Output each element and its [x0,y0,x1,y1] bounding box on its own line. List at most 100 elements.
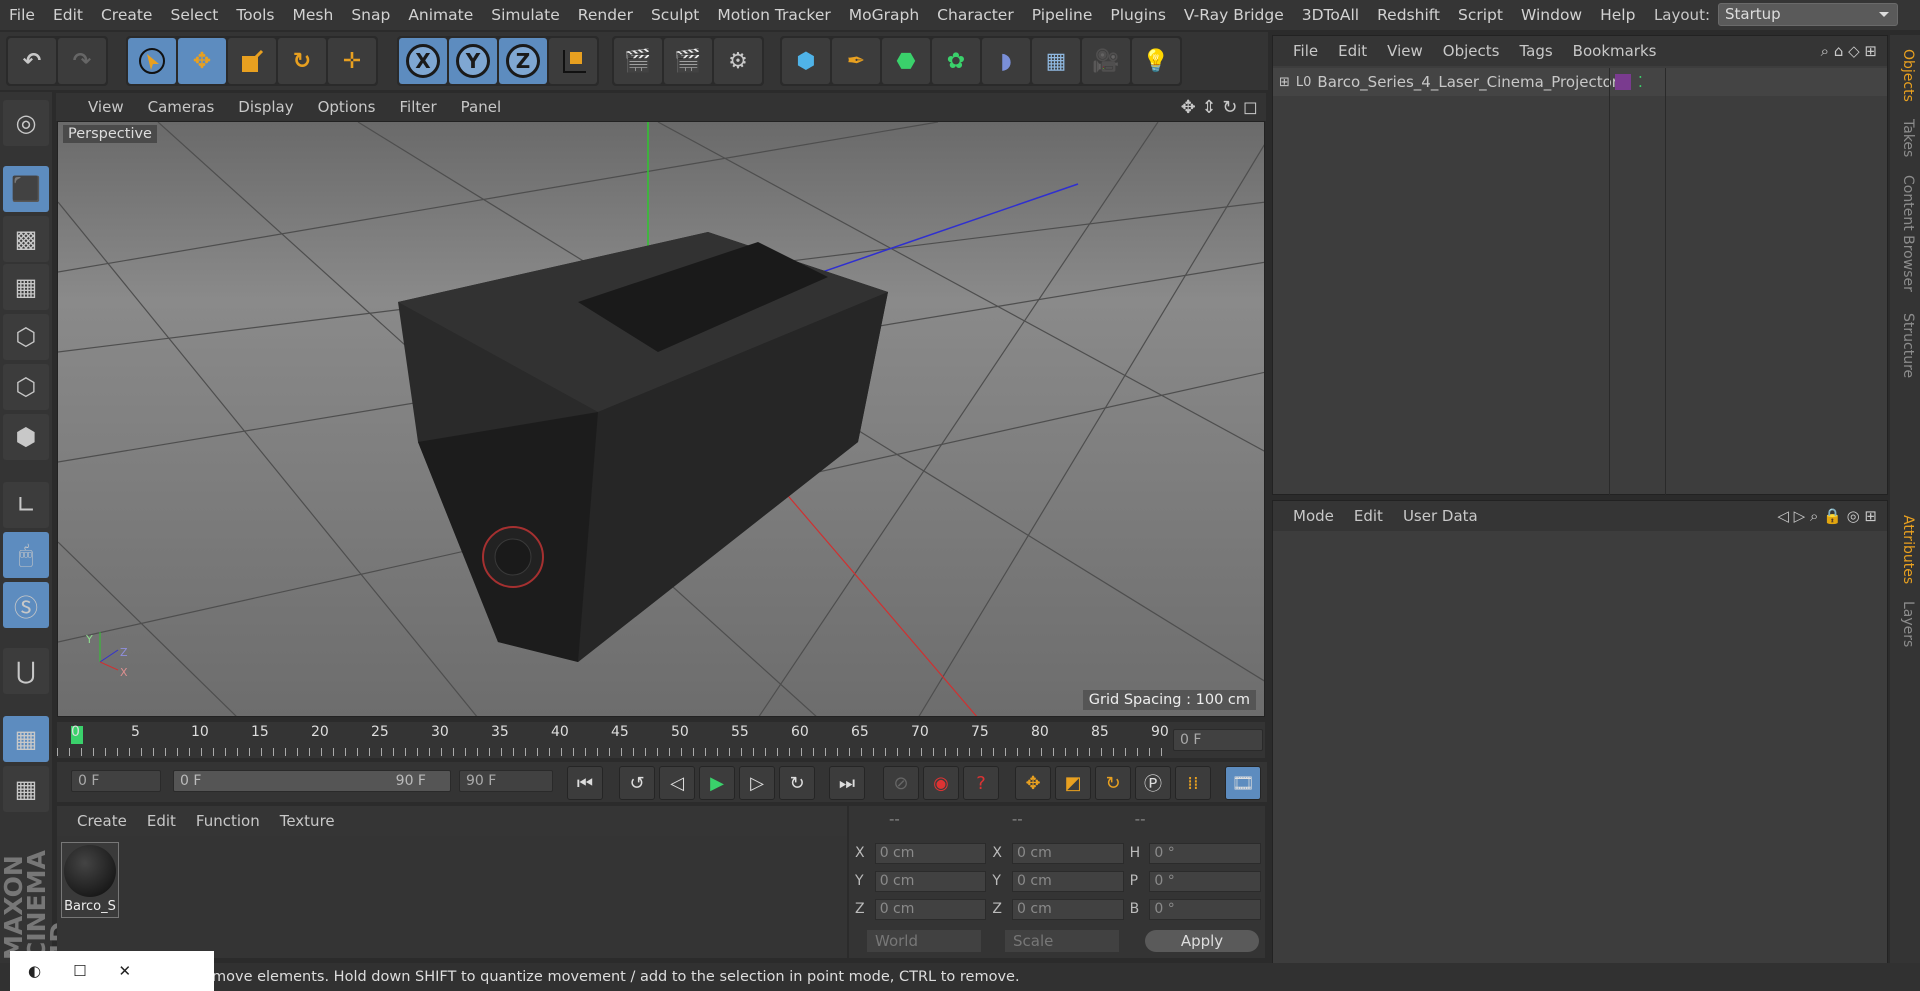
material-menu-texture[interactable]: Texture [270,812,345,830]
render-settings-icon[interactable]: ⚙ [714,38,762,84]
menu-sculpt[interactable]: Sculpt [642,0,708,30]
menu-snap[interactable]: Snap [342,0,399,30]
menu-animate[interactable]: Animate [399,0,482,30]
tab-content-browser[interactable]: Content Browser [1894,175,1916,292]
viewport-navigation-icons[interactable]: ✥ ⇕ ↻ ◻ [1181,97,1258,118]
points-mode-icon[interactable]: ⬡ [3,314,49,360]
tab-attributes[interactable]: Attributes [1894,515,1916,584]
tab-layers[interactable]: Layers [1894,601,1916,647]
x-axis-lock-icon[interactable]: X [399,38,447,84]
key-rotation-icon[interactable]: ↻ [1095,766,1131,800]
menu-3dtoall[interactable]: 3DToAll [1293,0,1368,30]
layer-color-swatch[interactable] [1615,74,1631,90]
attribute-tools-icons[interactable]: ◁ ▷ ⌕ 🔒 ◎ ⊞ [1777,507,1877,525]
select-tool-icon[interactable] [128,38,176,84]
scale-tool-icon[interactable] [228,38,276,84]
menu-file[interactable]: File [0,0,44,30]
end-frame-field[interactable]: 90 F [459,770,553,792]
scale-dropdown[interactable]: Scale [1005,930,1119,952]
move-tool-icon[interactable]: ✥ [178,38,226,84]
menu-simulate[interactable]: Simulate [482,0,569,30]
menu-mesh[interactable]: Mesh [284,0,343,30]
material-menu-create[interactable]: Create [67,812,137,830]
menu-mograph[interactable]: MoGraph [840,0,928,30]
layout-dropdown[interactable]: Startup [1718,3,1898,26]
attributes-menu-user-data[interactable]: User Data [1393,507,1488,525]
previous-key-icon[interactable]: ↺ [619,766,655,800]
menu-render[interactable]: Render [569,0,642,30]
deformer-icon[interactable]: ◗ [982,38,1030,84]
app-icon[interactable]: ◐ [28,962,41,980]
object-name[interactable]: Barco_Series_4_Laser_Cinema_Projector [1317,73,1618,91]
objects-menu-view[interactable]: View [1377,42,1433,60]
timeline-window-icon[interactable]: 🎞 [1225,766,1261,800]
material-menu-function[interactable]: Function [186,812,270,830]
menu-select[interactable]: Select [161,0,227,30]
maximize-icon[interactable]: ☐ [73,962,86,980]
object-row[interactable]: ⊞ L0 Barco_Series_4_Laser_Cinema_Project… [1273,68,1887,96]
key-scale-icon[interactable]: ◩ [1055,766,1091,800]
object-manager-tools-icons[interactable]: ⌕ ⌂ ◇ ⊞ [1821,42,1877,60]
menu-create[interactable]: Create [92,0,162,30]
key-pla-icon[interactable]: ⁞⁞ [1175,766,1211,800]
rot-h-field[interactable]: 0 ° [1149,842,1261,864]
apply-button[interactable]: Apply [1145,930,1259,952]
go-to-start-icon[interactable]: ⏮ [567,766,603,800]
viewport-menu-panel[interactable]: Panel [449,98,513,116]
rotate-tool-icon[interactable]: ↻ [278,38,326,84]
menu-tools[interactable]: Tools [227,0,283,30]
viewport-menu-display[interactable]: Display [226,98,305,116]
rot-p-field[interactable]: 0 ° [1149,870,1261,892]
make-editable-icon[interactable]: ◎ [3,100,49,146]
menu-plugins[interactable]: Plugins [1101,0,1175,30]
objects-menu-edit[interactable]: Edit [1328,42,1377,60]
record-active-icon[interactable]: ⊘ [883,766,919,800]
menu-character[interactable]: Character [928,0,1023,30]
y-axis-lock-icon[interactable]: Y [449,38,497,84]
menu-script[interactable]: Script [1449,0,1512,30]
subdivision-icon[interactable]: ⬣ [882,38,930,84]
key-parameter-icon[interactable]: Ⓟ [1135,766,1171,800]
locked-workplane-icon[interactable]: ▦ [3,716,49,762]
texture-mode-icon[interactable]: ▩ [3,216,49,262]
visibility-dots-icon[interactable]: ⁚ [1638,73,1643,91]
menu-pipeline[interactable]: Pipeline [1023,0,1102,30]
play-icon[interactable]: ▶ [699,766,735,800]
viewport-menu-filter[interactable]: Filter [387,98,448,116]
current-frame-field[interactable]: 0 F [1173,729,1263,751]
viewport-menu-view[interactable]: View [76,98,136,116]
pen-spline-icon[interactable]: ✒ [832,38,880,84]
next-frame-icon[interactable]: ▷ [739,766,775,800]
material-swatch[interactable]: Barco_S [61,842,119,918]
world-dropdown[interactable]: World [867,930,981,952]
preview-range-slider[interactable]: 0 F 90 F [173,770,451,792]
timeline-ruler[interactable]: 0 5 10 15 20 25 30 35 40 45 50 55 60 65 70 75 80 85 90 0 F [57,722,1265,758]
render-view-icon[interactable]: 🎬 [614,38,662,84]
size-y-field[interactable]: 0 cm [1012,870,1124,892]
viewport-menu-cameras[interactable]: Cameras [136,98,227,116]
menu-vray-bridge[interactable]: V-Ray Bridge [1175,0,1293,30]
go-to-end-icon[interactable]: ⏭ [829,766,865,800]
objects-menu-tags[interactable]: Tags [1509,42,1562,60]
key-position-icon[interactable]: ✥ [1015,766,1051,800]
size-x-field[interactable]: 0 cm [1012,842,1124,864]
attributes-menu-edit[interactable]: Edit [1344,507,1393,525]
pos-x-field[interactable]: 0 cm [874,842,987,864]
floor-icon[interactable]: ▦ [1032,38,1080,84]
edges-mode-icon[interactable]: ⬡ [3,364,49,410]
viewport-camera-label[interactable]: Perspective [63,125,157,143]
live-select-icon[interactable]: ✛ [328,38,376,84]
coordinate-system-icon[interactable] [549,38,597,84]
tab-takes[interactable]: Takes [1894,119,1916,157]
planar-workplane-icon[interactable]: ▦ [3,766,49,812]
rot-b-field[interactable]: 0 ° [1149,898,1261,920]
viewport-menu-options[interactable]: Options [306,98,388,116]
tab-objects[interactable]: Objects [1894,49,1916,102]
workplane-icon[interactable]: ▦ [3,264,49,310]
model-mode-icon[interactable]: ⬛ [3,166,49,212]
cloner-icon[interactable]: ✿ [932,38,980,84]
camera-icon[interactable]: 🎥 [1082,38,1130,84]
close-icon[interactable]: ✕ [119,962,132,980]
size-z-field[interactable]: 0 cm [1012,898,1124,920]
attributes-menu-mode[interactable]: Mode [1283,507,1344,525]
